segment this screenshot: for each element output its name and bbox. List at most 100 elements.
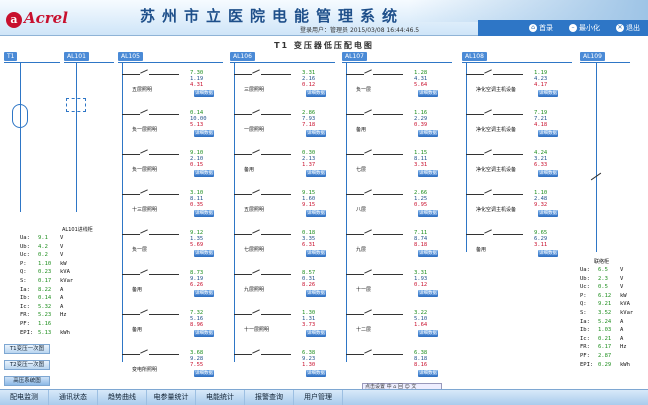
param-v: 1.03 [598,327,612,334]
menu-item[interactable]: 电能统计 [196,390,245,405]
feeder-line [122,74,140,75]
feeder-value: 5.69 [190,242,204,248]
detail-button[interactable]: 详细数据 [538,210,558,217]
feeder-value: 0.12 [302,82,316,88]
menu-item[interactable]: 用户管理 [294,390,343,405]
detail-button[interactable]: 详细数据 [306,330,326,337]
feeder-params: Ua: 9.1 V Ub: 4.2 V Uc: 0.2 V P: 1.10 kW Q: 0.23 kVA S:… [20,234,74,337]
switch-blade [252,229,260,234]
detail-button[interactable]: 详细数据 [538,250,558,257]
param-k: Ub: [20,243,30,250]
switch-blade [252,189,260,194]
param-k: EPI: [580,361,594,368]
logo-mark: a [6,12,22,28]
home-button[interactable]: ⌂ 首录 [529,23,553,33]
nav-t2-button[interactable]: T2变压一次图 [4,360,50,370]
feeder-line [261,234,291,235]
detail-button[interactable]: 详细数据 [538,130,558,137]
user-label: 登录用户： [300,27,331,34]
feeder-line [373,274,403,275]
feeder-line [122,194,140,195]
param-row: S: 0.17 kVar [20,277,74,286]
feeder-value: 9.15 [302,202,316,208]
feeder-values: 0.30 2.13 1.37 [302,150,315,168]
param-k: P: [20,260,27,267]
menu-item[interactable]: 通讯状态 [49,390,98,405]
detail-button[interactable]: 详细数据 [306,370,326,377]
feeder-name: 净化空调主机设备 [476,207,517,213]
param-u: V [60,235,64,241]
minimize-button[interactable]: – 最小化 [569,23,600,33]
detail-button[interactable]: 详细数据 [418,250,438,257]
detail-button[interactable]: 详细数据 [194,130,214,137]
nav-t1-button[interactable]: T1变压一次图 [4,344,50,354]
feeder-values: 8.57 0.31 8.26 [302,270,315,288]
detail-button[interactable]: 详细数据 [418,290,438,297]
detail-button[interactable]: 详细数据 [306,250,326,257]
detail-button[interactable]: 详细数据 [306,130,326,137]
detail-button[interactable]: 详细数据 [306,170,326,177]
detail-button[interactable]: 详细数据 [418,370,438,377]
exit-button[interactable]: ✕ 退出 [616,23,640,33]
param-v: 3.52 [598,309,612,316]
detail-button[interactable]: 详细数据 [538,90,558,97]
feeder-line [493,114,523,115]
cabinet-tag: AL109 [580,52,605,61]
detail-button[interactable]: 详细数据 [306,290,326,297]
menu-item[interactable]: 电参量统计 [147,390,196,405]
feeder-value: 6.33 [534,162,548,168]
switch-blade [252,349,260,354]
param-k: Ub: [580,275,590,282]
param-k: Ib: [20,295,30,302]
detail-button[interactable]: 详细数据 [538,170,558,177]
detail-button[interactable]: 详细数据 [194,370,214,377]
feeder-line [149,114,179,115]
detail-button[interactable]: 详细数据 [418,210,438,217]
feeder-values: 9.65 6.29 3.11 [534,230,547,248]
menu-item[interactable]: 趋势曲线 [98,390,147,405]
param-k: Ic: [580,335,590,342]
detail-button[interactable]: 详细数据 [418,130,438,137]
cabinet-tag: AL107 [342,52,367,61]
param-k: S: [580,309,587,316]
home-label: 首录 [539,24,553,32]
feeder-name: 备用 [476,247,487,253]
feeder-values: 1.19 4.23 4.17 [534,70,547,88]
feeder-name: 负一层 [356,87,372,93]
feeder-value: 1.64 [414,322,428,328]
param-k: Q: [20,269,27,276]
detail-button[interactable]: 详细数据 [418,90,438,97]
feeder-line [234,194,252,195]
detail-button[interactable]: 详细数据 [306,90,326,97]
detail-button[interactable]: 详细数据 [194,250,214,257]
logo-text: Acrel [24,9,68,27]
feeder-name: 备用 [132,287,143,293]
menu-item[interactable]: 配电监测 [0,390,49,405]
param-row: Uc: 0.2 V [20,251,74,260]
param-u: kVA [620,301,630,308]
feeder-name: 净化空调主机设备 [476,167,517,173]
nav-hv-button[interactable]: 高压系统图 [4,376,50,386]
detail-button[interactable]: 详细数据 [194,170,214,177]
param-u [620,352,634,361]
bus-al107 [342,62,452,63]
feeder-line [493,234,523,235]
menu-item[interactable]: 报警查询 [245,390,294,405]
feeder-value: 8.18 [414,242,428,248]
feeder-value: 1.37 [302,162,316,168]
detail-button[interactable]: 详细数据 [418,330,438,337]
detail-button[interactable]: 详细数据 [306,210,326,217]
param-row: Ub: 2.3 V [580,275,634,284]
detail-button[interactable]: 详细数据 [194,210,214,217]
transformer-icon [12,104,28,128]
detail-button[interactable]: 详细数据 [194,290,214,297]
feeder-value: 0.39 [414,122,428,128]
feeder-line [234,234,252,235]
feeder-line [346,354,364,355]
detail-button[interactable]: 详细数据 [194,90,214,97]
feeder-value: 4.17 [534,82,548,88]
param-u: V [60,243,64,250]
feeder-value: 0.95 [414,202,428,208]
detail-button[interactable]: 详细数据 [194,330,214,337]
detail-button[interactable]: 详细数据 [418,170,438,177]
